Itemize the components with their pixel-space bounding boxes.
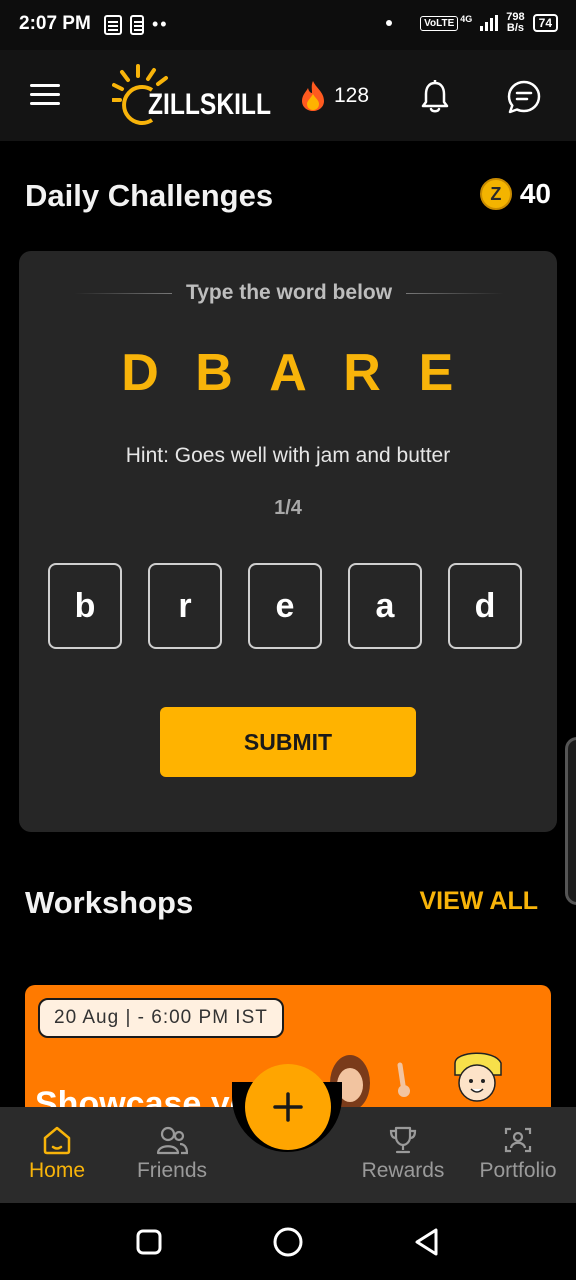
instruction-text: Type the word below xyxy=(185,281,393,304)
system-navigation-bar xyxy=(0,1203,576,1280)
challenge-progress: 1/4 xyxy=(274,497,302,519)
status-bar: 2:07 PM •• VoLTE 4G 798 B/s 74 xyxy=(0,0,576,50)
daily-challenges-title: Daily Challenges xyxy=(25,178,274,213)
battery-icon: 74 xyxy=(532,14,558,32)
letter-input[interactable]: d xyxy=(448,563,522,649)
status-time: 2:07 PM xyxy=(19,13,91,34)
bell-icon[interactable] xyxy=(420,80,450,114)
nav-label: Home xyxy=(28,1159,86,1182)
menu-icon[interactable] xyxy=(30,84,60,106)
nav-label: Rewards xyxy=(361,1159,445,1182)
nav-rewards[interactable]: Rewards xyxy=(348,1107,458,1203)
scrambled-letter: B xyxy=(195,344,233,402)
fire-icon xyxy=(302,81,324,111)
notes-notification-icon xyxy=(104,14,122,35)
side-drawer-handle[interactable] xyxy=(565,737,576,905)
challenge-card: Type the word below D B A R E Hint: Goes… xyxy=(19,251,557,832)
volte-icon: VoLTE xyxy=(420,15,459,31)
scrambled-letter: R xyxy=(343,344,381,402)
system-status-icons: VoLTE 4G 798 B/s 74 xyxy=(386,12,558,34)
workshop-date-badge: 20 Aug | - 6:00 PM IST xyxy=(38,998,284,1038)
divider xyxy=(74,292,172,294)
coin-count: 40 xyxy=(519,178,551,209)
submit-button[interactable]: SUBMIT xyxy=(160,707,416,777)
portfolio-icon xyxy=(504,1127,532,1153)
signal-icon xyxy=(480,15,499,31)
notification-icons: •• xyxy=(104,14,169,35)
more-notifications-icon: •• xyxy=(152,14,169,34)
nav-friends[interactable]: Friends xyxy=(117,1107,227,1203)
nav-label: Friends xyxy=(136,1159,208,1182)
chat-icon[interactable] xyxy=(506,79,542,115)
scrambled-word: D B A R E xyxy=(19,343,557,403)
recents-icon[interactable] xyxy=(135,1228,163,1256)
divider xyxy=(406,292,504,294)
z-coin-icon: Z xyxy=(479,178,512,210)
home-system-icon[interactable] xyxy=(272,1226,304,1258)
nav-home[interactable]: Home xyxy=(2,1107,112,1203)
scrambled-letter: E xyxy=(418,344,454,402)
plus-icon xyxy=(273,1092,303,1122)
back-icon[interactable] xyxy=(413,1227,441,1257)
streak-counter[interactable]: 128 xyxy=(300,80,369,112)
nav-portfolio[interactable]: Portfolio xyxy=(463,1107,573,1203)
letter-input[interactable]: a xyxy=(348,563,422,649)
create-fab-button[interactable] xyxy=(245,1064,331,1150)
letter-input[interactable]: b xyxy=(48,563,122,649)
letter-input[interactable]: e xyxy=(248,563,322,649)
app-notification-icon xyxy=(130,14,144,35)
coin-balance[interactable]: Z 40 xyxy=(479,178,551,210)
instruction-row: Type the word below xyxy=(74,281,504,305)
scrambled-letter: A xyxy=(269,344,307,402)
view-all-link[interactable]: VIEW ALL xyxy=(419,887,538,916)
friends-icon xyxy=(156,1126,188,1155)
trophy-icon xyxy=(389,1126,417,1154)
workshops-title: Workshops xyxy=(25,885,194,920)
home-icon xyxy=(43,1126,71,1155)
network-speed: 798 B/s xyxy=(506,11,525,34)
zillskill-logo: ZILLSKILL xyxy=(112,62,271,130)
privacy-dot-icon xyxy=(386,20,393,26)
nav-label: Portfolio xyxy=(479,1159,557,1182)
hint-text: Hint: Goes well with jam and butter xyxy=(125,444,451,467)
scrambled-letter: D xyxy=(121,344,159,402)
logo-text: ZILLSKILL xyxy=(148,88,271,121)
streak-count: 128 xyxy=(334,84,370,107)
app-header: ZILLSKILL 128 xyxy=(0,50,576,141)
network-gen-label: 4G xyxy=(460,14,473,24)
answer-input-row: b r e a d xyxy=(48,563,522,649)
letter-input[interactable]: r xyxy=(148,563,222,649)
